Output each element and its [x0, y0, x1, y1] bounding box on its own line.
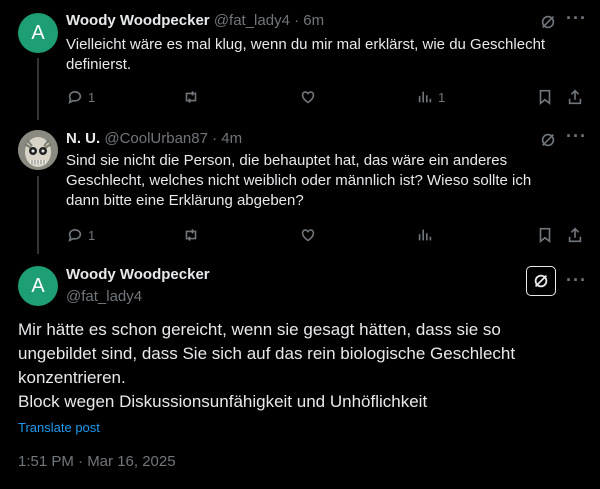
- skull-avatar-icon: [18, 130, 58, 170]
- more-icon[interactable]: ···: [566, 126, 587, 147]
- thread-line: [37, 176, 39, 254]
- retweet-button[interactable]: [182, 87, 200, 107]
- view-count: 1: [438, 89, 446, 105]
- grok-icon: [534, 274, 548, 288]
- share-icon: [568, 89, 582, 105]
- action-bar: 1: [66, 225, 586, 245]
- reply-button[interactable]: 1: [66, 87, 95, 107]
- views-button[interactable]: [416, 225, 434, 245]
- views-icon: [418, 91, 432, 103]
- like-icon: [301, 229, 315, 242]
- tweet-header: Woody Woodpecker @fat_lady4 · 6m: [66, 12, 324, 29]
- more-icon[interactable]: ···: [566, 270, 587, 291]
- post-time[interactable]: · 6m: [294, 12, 324, 29]
- reply-icon: [68, 229, 82, 242]
- post-timestamp[interactable]: 1:51 PM · Mar 16, 2025: [18, 453, 176, 470]
- like-button[interactable]: [299, 225, 317, 245]
- avatar[interactable]: A: [18, 13, 58, 53]
- bookmark-button[interactable]: [536, 87, 554, 107]
- avatar[interactable]: [18, 130, 58, 170]
- tweet-text: Vielleicht wäre es mal klug, wenn du mir…: [66, 36, 546, 73]
- post-time[interactable]: · 4m: [212, 130, 242, 147]
- main-text-line-2: Block wegen Diskussionsunfähigkeit und U…: [18, 392, 428, 411]
- retweet-icon: [185, 91, 197, 103]
- retweet-icon: [185, 229, 197, 241]
- avatar-letter: A: [31, 21, 45, 44]
- main-author-handle[interactable]: @fat_lady4: [66, 288, 142, 305]
- reply-icon: [68, 91, 82, 104]
- views-icon: [418, 229, 432, 241]
- translate-post-link[interactable]: Translate post: [18, 420, 100, 435]
- tweet-text: Sind sie nicht die Person, die behauptet…: [66, 152, 532, 209]
- grok-button[interactable]: [526, 266, 556, 296]
- views-button[interactable]: 1: [416, 87, 445, 107]
- reply-button[interactable]: 1: [66, 225, 95, 245]
- author-handle[interactable]: @CoolUrban87: [104, 130, 208, 147]
- grok-icon[interactable]: [538, 130, 558, 150]
- reply-count: 1: [88, 227, 96, 243]
- main-text-line-1: Mir hätte es schon gereicht, wenn sie ge…: [18, 320, 516, 387]
- action-bar: 1 1: [66, 87, 586, 107]
- tweet-header: N. U. @CoolUrban87 · 4m: [66, 130, 242, 147]
- share-button[interactable]: [566, 87, 584, 107]
- bookmark-icon: [539, 89, 551, 105]
- thread-line: [37, 58, 39, 120]
- retweet-button[interactable]: [182, 225, 200, 245]
- more-icon[interactable]: ···: [566, 8, 587, 29]
- bookmark-button[interactable]: [536, 225, 554, 245]
- avatar-letter: A: [31, 274, 45, 297]
- author-name[interactable]: Woody Woodpecker: [66, 12, 210, 29]
- main-avatar[interactable]: A: [18, 266, 58, 306]
- grok-icon[interactable]: [538, 12, 558, 32]
- author-handle[interactable]: @fat_lady4: [214, 12, 290, 29]
- like-icon: [301, 91, 315, 104]
- main-author-name[interactable]: Woody Woodpecker: [66, 266, 210, 283]
- tweet-1[interactable]: A Woody Woodpecker @fat_lady4 · 6m ··· V…: [0, 0, 600, 120]
- main-tweet-text: Mir hätte es schon gereicht, wenn sie ge…: [18, 318, 583, 414]
- tweet-2[interactable]: N. U. @CoolUrban87 · 4m ··· Sind sie nic…: [0, 118, 600, 254]
- bookmark-icon: [539, 227, 551, 243]
- reply-count: 1: [88, 89, 96, 105]
- author-name[interactable]: N. U.: [66, 130, 100, 147]
- like-button[interactable]: [299, 87, 317, 107]
- share-icon: [568, 227, 582, 243]
- share-button[interactable]: [566, 225, 584, 245]
